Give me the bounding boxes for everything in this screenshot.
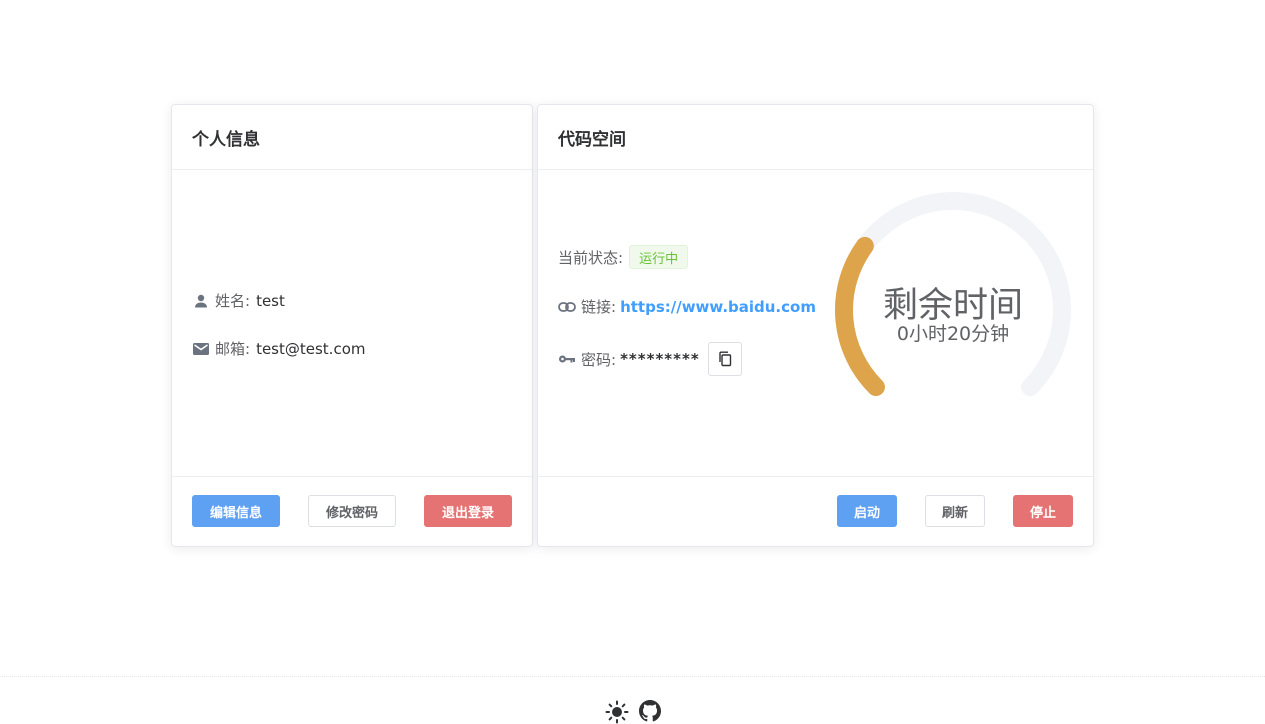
github-icon[interactable] [639, 700, 661, 724]
link-label: 链接: [581, 298, 617, 316]
stop-button[interactable]: 停止 [1013, 495, 1073, 527]
email-label: 邮箱: [215, 340, 251, 358]
copy-icon [718, 351, 731, 367]
start-button[interactable]: 启动 [837, 495, 897, 527]
copy-password-button[interactable] [707, 342, 742, 376]
profile-card: 个人信息 姓名: test 邮箱: test@test.com 编辑信息 修改密… [171, 104, 533, 547]
codespace-card-footer: 启动 刷新 停止 [538, 476, 1093, 546]
change-password-button[interactable]: 修改密码 [308, 495, 396, 527]
status-label: 当前状态: [558, 248, 624, 267]
password-label: 密码: [581, 350, 617, 369]
codespace-link[interactable]: https://www.baidu.com [620, 298, 816, 316]
codespace-card: 代码空间 当前状态: 运行中 链接: https://www.baidu.com… [537, 104, 1094, 547]
gauge-value: 0小时20分钟 [896, 323, 1010, 345]
remaining-time-gauge: 剩余时间 0小时20分钟 [828, 185, 1078, 435]
edit-info-button[interactable]: 编辑信息 [192, 495, 280, 527]
profile-card-footer: 编辑信息 修改密码 退出登录 [172, 476, 532, 546]
link-row: 链接: https://www.baidu.com [558, 296, 816, 317]
user-icon [192, 292, 210, 310]
email-row: 邮箱: test@test.com [192, 338, 365, 359]
sun-icon[interactable] [605, 700, 629, 724]
email-value: test@test.com [256, 339, 366, 358]
logout-button[interactable]: 退出登录 [424, 495, 512, 527]
link-icon [558, 298, 576, 316]
footer-icons [605, 700, 661, 724]
status-badge: 运行中 [629, 245, 689, 269]
footer-divider [0, 676, 1265, 677]
password-value: ********* [620, 350, 700, 368]
key-icon [558, 350, 576, 368]
password-row: 密码: ********* [558, 342, 742, 376]
refresh-button[interactable]: 刷新 [925, 495, 985, 527]
status-row: 当前状态: 运行中 [558, 245, 689, 269]
profile-card-title: 个人信息 [172, 105, 532, 170]
mail-icon [192, 340, 210, 358]
name-label: 姓名: [215, 292, 251, 310]
name-value: test [256, 291, 285, 310]
codespace-card-title: 代码空间 [538, 105, 1093, 170]
name-row: 姓名: test [192, 290, 285, 311]
